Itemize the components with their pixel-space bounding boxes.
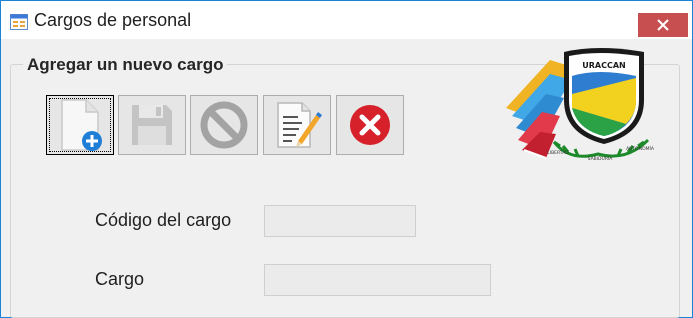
codigo-label: Código del cargo bbox=[95, 210, 232, 230]
edit-button[interactable] bbox=[263, 95, 331, 155]
edit-document-icon bbox=[277, 102, 322, 148]
logo-motto-left: LIBERTAD bbox=[547, 150, 569, 156]
new-button[interactable] bbox=[46, 95, 114, 155]
app-form-icon bbox=[10, 14, 28, 30]
cargo-field[interactable] bbox=[264, 264, 491, 296]
window-title: Cargos de personal bbox=[34, 10, 192, 30]
logo-banner-text: URACCAN bbox=[582, 61, 625, 70]
delete-button[interactable] bbox=[336, 95, 404, 155]
group-legend: Agregar un nuevo cargo bbox=[23, 55, 228, 75]
close-button[interactable] bbox=[638, 13, 688, 37]
close-icon bbox=[657, 19, 669, 31]
save-icon bbox=[132, 105, 172, 145]
main-window: Cargos de personal Agregar un nuevo carg… bbox=[0, 0, 693, 318]
delete-icon bbox=[350, 105, 390, 145]
cargo-label: Cargo bbox=[95, 269, 145, 289]
new-document-icon bbox=[61, 99, 102, 151]
uraccan-logo: URACCAN LIBERTAD SABIDURÍA AUTONOMÍA bbox=[506, 48, 655, 162]
codigo-field[interactable] bbox=[264, 205, 416, 237]
logo-motto-right: AUTONOMÍA bbox=[626, 145, 655, 152]
prohibited-icon bbox=[200, 101, 248, 149]
title-bar[interactable]: Cargos de personal bbox=[1, 1, 692, 39]
save-button[interactable] bbox=[118, 95, 186, 155]
logo-motto-center: SABIDURÍA bbox=[588, 155, 614, 162]
cancel-button[interactable] bbox=[190, 95, 258, 155]
